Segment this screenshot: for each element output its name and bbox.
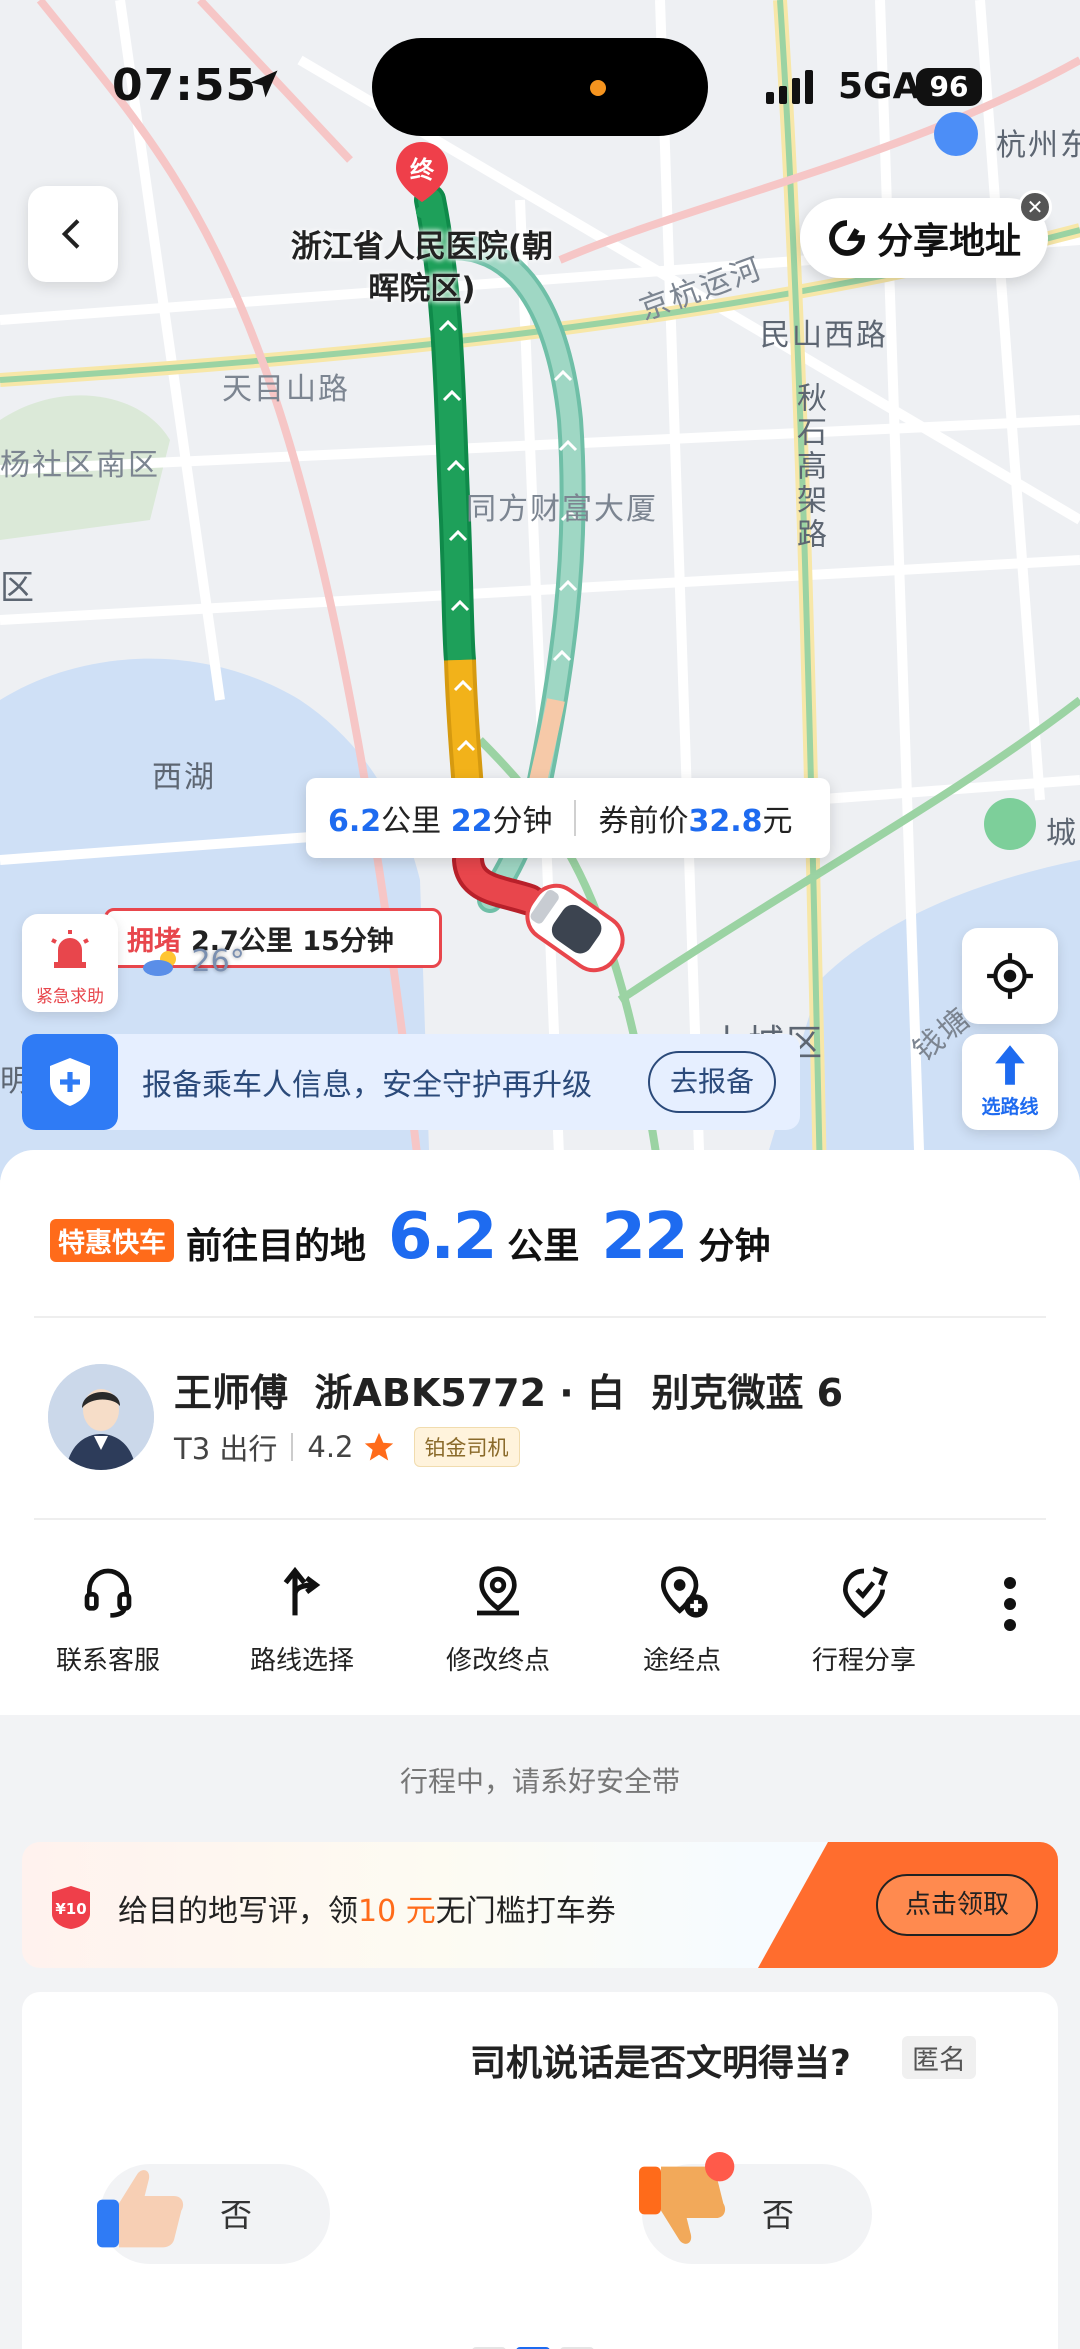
map-label: 城 [1046, 816, 1078, 851]
network-type: 5GA [838, 66, 921, 107]
action-label: 途经点 [642, 1646, 721, 1676]
weather-temp: 26° [191, 944, 245, 979]
map-label: 秋石高架路 [791, 382, 826, 552]
partly-cloudy-icon [143, 950, 176, 976]
trip-header: 特惠快车 前往目的地 6.2 公里 22 分钟 [50, 1200, 770, 1274]
action-label: 联系客服 [55, 1646, 160, 1676]
driver-info: 王师傅 浙ABK5772 · 白 别克微蓝 6 [174, 1362, 843, 1417]
action-label: 修改终点 [445, 1646, 550, 1676]
location-arrow-icon [250, 70, 278, 98]
action-change-destination[interactable]: 修改终点 [418, 1560, 578, 1677]
weather-badge: 26° [142, 944, 245, 979]
action-add-waypoint[interactable]: 途经点 [602, 1560, 762, 1677]
route-icon [283, 1566, 321, 1616]
remaining-distance: 6.2 [388, 1200, 497, 1274]
share-close-button[interactable]: ✕ [1018, 190, 1052, 224]
sos-label: 紧急求助 [36, 987, 104, 1007]
crosshair-icon [987, 953, 1033, 999]
safety-text: 报备乘车人信息，安全守护再升级 [142, 1068, 592, 1103]
destination-pin-icon: 终 [396, 142, 448, 218]
chevron-left-icon [61, 219, 80, 249]
trip-sheet: 特惠快车 前往目的地 6.2 公里 22 分钟 王师傅 浙ABK5772 · 白… [0, 1150, 1080, 1715]
share-address-label: 分享地址 [876, 221, 1021, 262]
thumbs-up-icon [97, 2170, 184, 2248]
divider [34, 1316, 1046, 1318]
anonymous-badge: 匿名 [902, 2036, 976, 2079]
distance-unit: 公里 [507, 1226, 580, 1267]
safety-shield [22, 1034, 118, 1130]
back-button[interactable] [28, 186, 118, 282]
trip-price: 券前价32.8元 [598, 804, 793, 839]
locate-me-button[interactable] [962, 928, 1058, 1024]
select-route-label: 选路线 [981, 1096, 1039, 1118]
shield-plus-icon [50, 1058, 90, 1106]
thumbs-down-icon [639, 2152, 735, 2244]
to-destination-label: 前往目的地 [186, 1226, 367, 1267]
action-route-choice[interactable]: 路线选择 [222, 1560, 382, 1677]
promo-text: 给目的地写评，领10 元无门槛打车券 [118, 1894, 616, 1929]
dynamic-island [372, 38, 708, 136]
remaining-minutes: 22 [601, 1200, 688, 1274]
alarm-light-icon [51, 930, 89, 968]
coupon-icon: ¥10 [52, 1886, 90, 1929]
driver-survey-card: 司机说话是否文明得当? 匿名 否 否 [22, 1992, 1058, 2349]
action-label: 路线选择 [249, 1646, 354, 1676]
car-plate: 浙ABK5772 · 白 [314, 1371, 625, 1415]
survey-question: 司机说话是否文明得当? [470, 2043, 851, 2084]
select-route-button[interactable]: 选路线 [962, 1034, 1058, 1130]
headset-icon [84, 1568, 132, 1618]
svg-text:¥10: ¥10 [55, 1900, 86, 1918]
ride-safety-note: 行程中，请系好安全带 [399, 1765, 680, 1798]
signal-icon [766, 70, 813, 104]
star-icon [364, 1432, 393, 1461]
share-trip-icon [842, 1566, 889, 1619]
action-contact-service[interactable]: 联系客服 [28, 1560, 188, 1677]
map-view[interactable]: 天目山路 民山西路 京杭运河 秋石高架路 同方财富大厦 西湖 杨社区南区 杭州东… [0, 0, 1080, 1180]
map-label: 杨社区南区 [0, 448, 160, 483]
review-promo-banner[interactable]: ¥10 给目的地写评，领10 元无门槛打车券 点击领取 [22, 1842, 1058, 1968]
driver-avatar[interactable] [48, 1364, 154, 1470]
driver-rating: 4.2 [307, 1430, 354, 1464]
map-label: 区 [0, 568, 36, 608]
divider [34, 1518, 1046, 1520]
more-vertical-icon[interactable] [990, 1574, 1030, 1634]
trip-summary-bubble: 6.2公里 22分钟 券前价32.8元 [306, 778, 830, 858]
status-bar: 07:55 5GA 96 [0, 0, 1080, 160]
safety-report-button[interactable]: 去报备 [647, 1051, 776, 1113]
action-bar: 联系客服 路线选择 修改终点 途经点 行程分享 [0, 1560, 1080, 1700]
arrow-up-icon [995, 1045, 1025, 1085]
driver-meta: T3 出行 4.2 铂金司机 [174, 1426, 520, 1468]
car-model: 别克微蓝 6 [651, 1371, 844, 1415]
driver-level-badge: 铂金司机 [413, 1427, 520, 1467]
action-share-trip[interactable]: 行程分享 [784, 1560, 944, 1677]
claim-coupon-button[interactable]: 点击领取 [876, 1874, 1038, 1936]
survey-option-label: 否 [762, 2196, 795, 2234]
action-label: 行程分享 [811, 1646, 916, 1676]
trip-distance-time: 6.2公里 22分钟 [328, 804, 553, 839]
minutes-unit: 分钟 [698, 1226, 771, 1267]
battery-level: 96 [916, 68, 982, 106]
share-link-icon [829, 220, 865, 256]
destination-name: 浙江省人民医院(朝晖院区) [290, 229, 554, 307]
destination-marker-text: 终 [410, 156, 435, 184]
sos-button[interactable]: 紧急求助 [22, 914, 118, 1012]
service-badge: 特惠快车 [50, 1219, 174, 1262]
map-base [0, 0, 1080, 1180]
waypoint-add-icon [660, 1566, 708, 1618]
survey-option-thumbs-down[interactable]: 否 [639, 2152, 872, 2264]
company-name: T3 出行 [174, 1432, 278, 1466]
survey-option-thumbs-up[interactable]: 否 [97, 2164, 330, 2264]
status-time: 07:55 [112, 60, 258, 111]
safety-banner[interactable]: 报备乘车人信息，安全守护再升级 去报备 [22, 1034, 800, 1130]
driver-avatar-icon [48, 1364, 154, 1470]
map-label: 同方财富大厦 [466, 492, 658, 527]
share-address-button[interactable]: 分享地址 [800, 198, 1048, 278]
driver-name: 王师傅 [174, 1371, 289, 1415]
map-label: 民山西路 [760, 318, 888, 353]
survey-option-label: 否 [220, 2196, 253, 2234]
location-edit-icon [477, 1566, 519, 1616]
map-label: 西湖 [152, 760, 216, 795]
map-label: 天目山路 [222, 372, 350, 407]
